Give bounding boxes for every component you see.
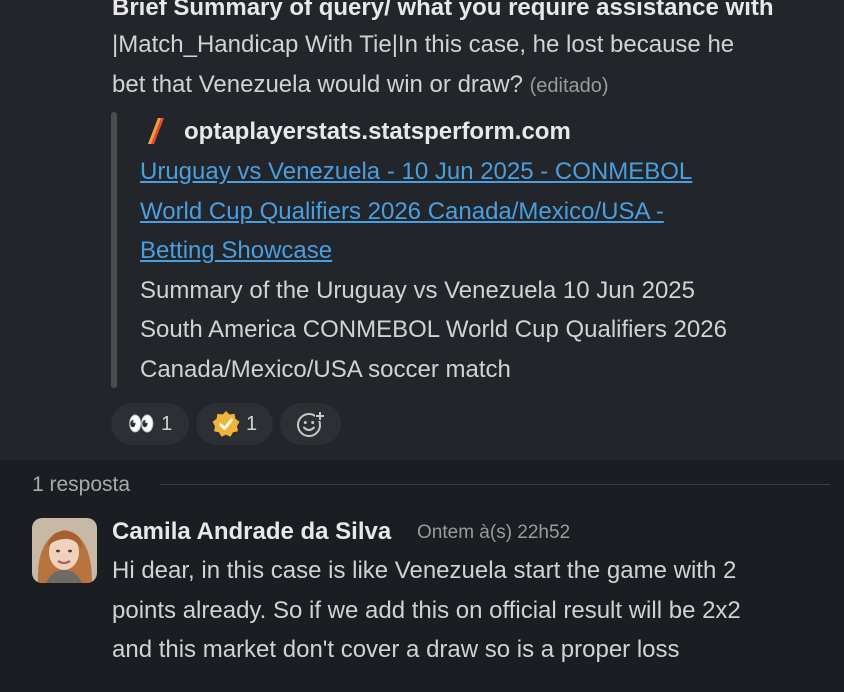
edited-label: (editado) <box>529 75 609 97</box>
reaction-count: 1 <box>161 412 173 435</box>
verified-badge-icon <box>212 411 240 437</box>
site-favicon-icon <box>148 118 164 144</box>
unfurl-description: Summary of the Uruguay vs Venezuela 10 J… <box>140 277 695 304</box>
reply-text-line: and this market don't cover a draw so is… <box>112 636 680 663</box>
reaction-eyes[interactable]: 👀 1 <box>111 403 189 445</box>
unfurl-site-name: optaplayerstats.statsperform.com <box>184 118 571 145</box>
unfurl-description: South America CONMEBOL World Cup Qualifi… <box>140 316 727 343</box>
add-reaction-button[interactable] <box>280 403 341 445</box>
reaction-verified[interactable]: 1 <box>196 403 273 445</box>
unfurl-title-link[interactable]: Uruguay vs Venezuela - 10 Jun 2025 - CON… <box>140 152 692 192</box>
parent-message: Brief Summary of query/ what you require… <box>0 0 844 460</box>
unfurl-accent-bar <box>111 112 117 388</box>
message-title-line: Brief Summary of query/ what you require… <box>112 0 774 21</box>
reply-text-line: points already. So if we add this on off… <box>112 597 741 624</box>
reaction-count: 1 <box>245 412 258 435</box>
thread-divider <box>160 484 830 485</box>
reply-text-line: Hi dear, in this case is like Venezuela … <box>112 557 737 584</box>
unfurl-title-link[interactable]: Betting Showcase <box>140 231 332 271</box>
message-body-line: |Match_Handicap With Tie|In this case, h… <box>112 31 735 58</box>
message-body-line: bet that Venezuela would win or draw? (e… <box>112 65 609 106</box>
eyes-icon: 👀 <box>127 411 156 436</box>
reply-author-name[interactable]: Camila Andrade da Silva <box>112 514 391 550</box>
reply-timestamp[interactable]: Ontem à(s) 22h52 <box>417 518 570 548</box>
reply-count-label[interactable]: 1 resposta <box>32 470 130 500</box>
avatar[interactable] <box>32 518 97 583</box>
unfurl-title-link[interactable]: World Cup Qualifiers 2026 Canada/Mexico/… <box>140 192 664 232</box>
unfurl-description: Canada/Mexico/USA soccer match <box>140 356 511 383</box>
add-reaction-icon <box>296 411 325 437</box>
message-body-text: bet that Venezuela would win or draw? <box>112 71 523 98</box>
